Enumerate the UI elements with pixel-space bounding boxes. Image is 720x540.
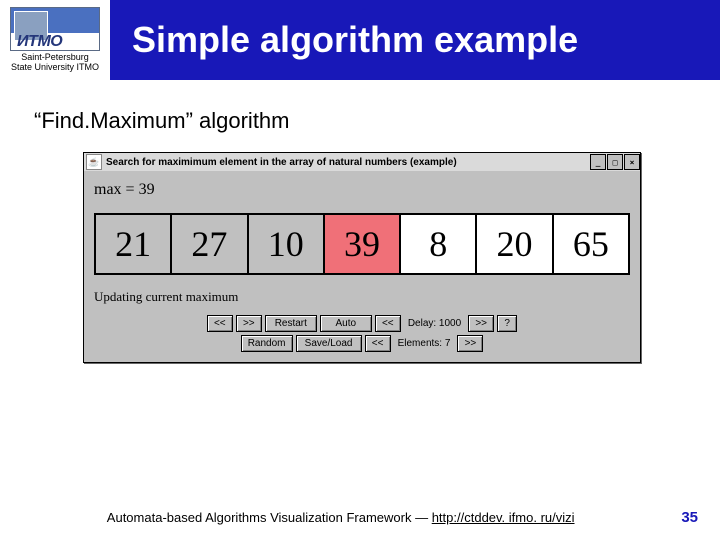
status-text: Updating current maximum — [94, 289, 630, 305]
help-button[interactable]: ? — [497, 315, 517, 332]
max-value-label: max = 39 — [94, 181, 634, 199]
array-cell: 65 — [552, 213, 630, 275]
app-body: max = 39 21 27 10 39 8 20 65 Updating cu… — [84, 171, 640, 362]
maximize-button[interactable]: □ — [607, 154, 623, 170]
slide-content: “Find.Maximum” algorithm ☕ Search for ma… — [0, 80, 720, 363]
window-title: Search for maximimum element in the arra… — [106, 157, 589, 168]
array-visualization: 21 27 10 39 8 20 65 — [94, 213, 630, 275]
minimize-button[interactable]: _ — [590, 154, 606, 170]
control-row-2: Random Save/Load << Elements: 7 >> — [241, 335, 484, 352]
org-line2: State University ITMO — [11, 63, 99, 73]
titlebar: ☕ Search for maximimum element in the ar… — [84, 153, 640, 171]
footer-prefix: Automata-based Algorithms Visualization … — [107, 510, 432, 525]
restart-button[interactable]: Restart — [265, 315, 317, 332]
footer-text: Automata-based Algorithms Visualization … — [0, 510, 681, 525]
control-row-1: << >> Restart Auto << Delay: 1000 >> ? — [207, 315, 517, 332]
auto-button[interactable]: Auto — [320, 315, 372, 332]
array-cell: 21 — [94, 213, 170, 275]
slide-header: Saint-Petersburg State University ITMO S… — [0, 0, 720, 80]
delay-decrease-button[interactable]: << — [375, 315, 401, 332]
java-icon: ☕ — [86, 154, 102, 170]
array-cell: 8 — [399, 213, 475, 275]
step-forward-button[interactable]: >> — [236, 315, 262, 332]
itmo-logo-icon — [10, 7, 100, 51]
logo-block: Saint-Petersburg State University ITMO — [0, 0, 110, 80]
save-load-button[interactable]: Save/Load — [296, 335, 362, 352]
slide-title: Simple algorithm example — [110, 19, 720, 61]
array-cell: 27 — [170, 213, 246, 275]
subtitle: “Find.Maximum” algorithm — [34, 108, 690, 134]
elements-decrease-button[interactable]: << — [365, 335, 391, 352]
array-cell: 10 — [247, 213, 323, 275]
step-back-button[interactable]: << — [207, 315, 233, 332]
elements-increase-button[interactable]: >> — [457, 335, 483, 352]
array-cell-current: 39 — [323, 213, 399, 275]
delay-label: Delay: 1000 — [404, 316, 465, 331]
elements-label: Elements: 7 — [394, 336, 455, 351]
slide-footer: Automata-based Algorithms Visualization … — [0, 509, 720, 526]
delay-increase-button[interactable]: >> — [468, 315, 494, 332]
close-button[interactable]: × — [624, 154, 640, 170]
random-button[interactable]: Random — [241, 335, 293, 352]
array-cell: 20 — [475, 213, 551, 275]
control-panel: << >> Restart Auto << Delay: 1000 >> ? R… — [90, 315, 634, 358]
footer-link[interactable]: http://ctddev. ifmo. ru/vizi — [432, 510, 575, 525]
page-number: 35 — [681, 509, 720, 526]
app-window: ☕ Search for maximimum element in the ar… — [83, 152, 641, 363]
